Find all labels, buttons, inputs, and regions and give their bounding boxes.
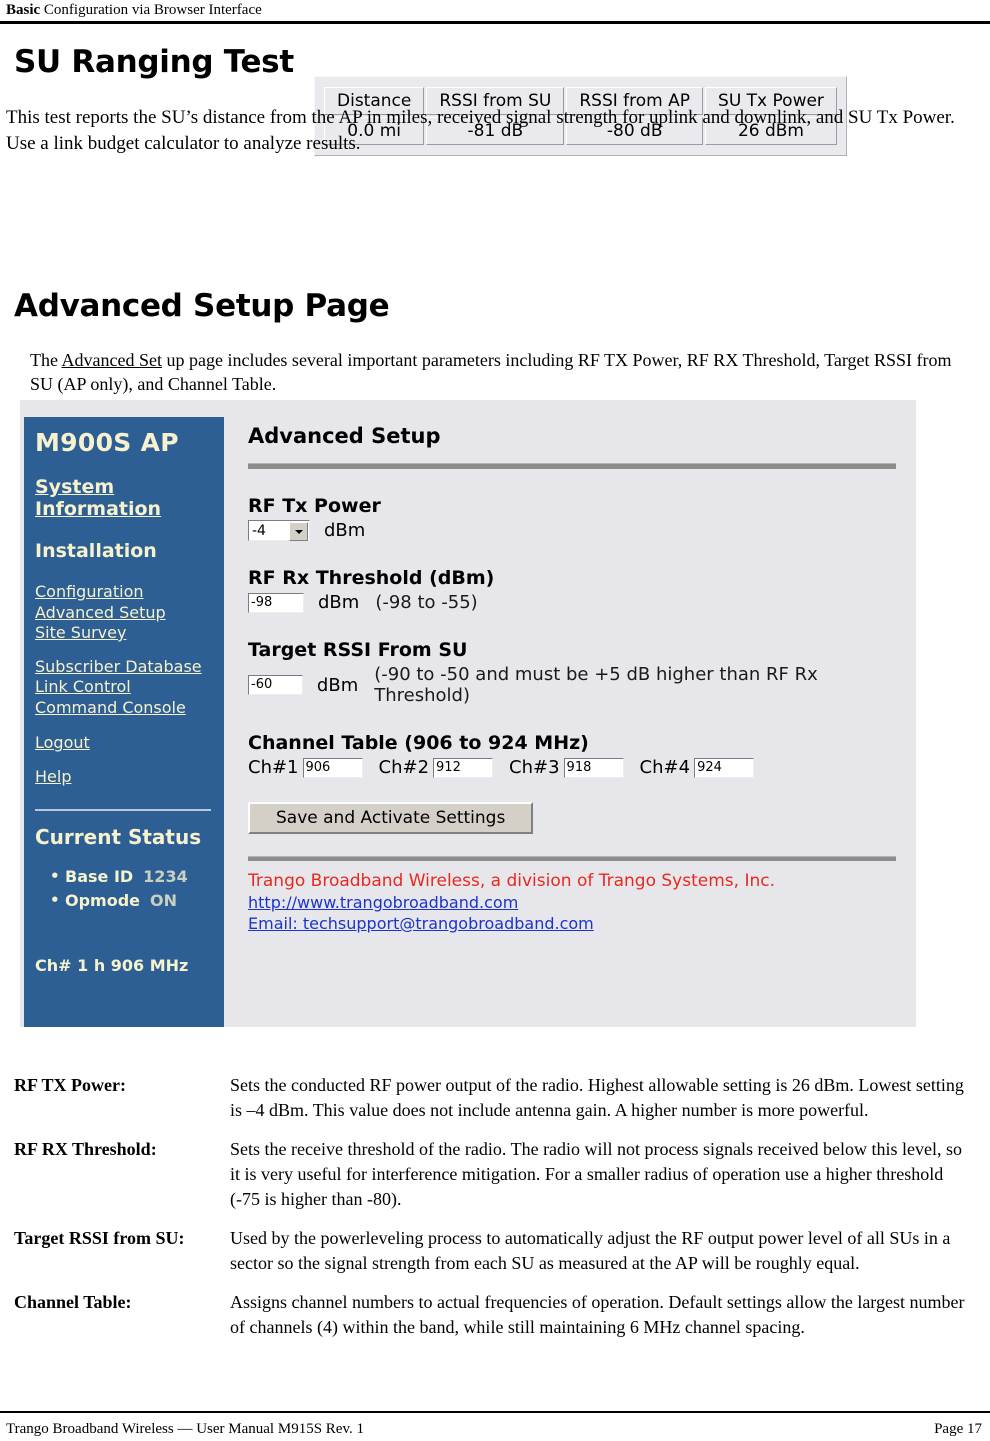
desc-underlined: Advanced Set: [61, 350, 162, 370]
definition-term: Target RSSI from SU:: [14, 1228, 185, 1248]
status-label-base-id: Base ID: [65, 867, 134, 886]
parameter-definitions: RF TX Power: Sets the conducted RF power…: [14, 1073, 974, 1354]
footer-left: Trango Broadband Wireless — User Manual …: [6, 1421, 364, 1437]
rf-tx-power-label: RF Tx Power: [248, 495, 381, 517]
sidebar-item-logout[interactable]: Logout: [35, 733, 224, 754]
channel-2-label: Ch#2: [378, 757, 430, 778]
rf-tx-power-unit: dBm: [324, 520, 366, 541]
sidebar-item-site-survey[interactable]: Site Survey: [35, 623, 224, 644]
running-head: Basic Configuration via Browser Interfac…: [0, 0, 990, 22]
definition-description: Used by the powerleveling process to aut…: [230, 1228, 951, 1273]
rf-rx-threshold-row: -98 dBm (-98 to -55): [248, 592, 908, 613]
sidebar-item-link-control[interactable]: Link Control: [35, 677, 224, 698]
channel-4-label: Ch#4: [639, 757, 691, 778]
save-and-activate-button[interactable]: Save and Activate Settings: [248, 802, 534, 834]
title-divider: [248, 463, 896, 469]
sidebar-item-command-console[interactable]: Command Console: [35, 698, 224, 719]
definition-term: RF RX Threshold:: [14, 1139, 157, 1159]
rf-rx-threshold-hint: (-98 to -55): [375, 592, 478, 613]
target-rssi-input[interactable]: -60: [248, 675, 303, 695]
target-rssi-label: Target RSSI From SU: [248, 639, 468, 661]
sidebar-item-subscriber-database[interactable]: Subscriber Database: [35, 657, 224, 678]
website-link[interactable]: http://www.trangobroadband.com: [248, 892, 908, 913]
advanced-setup-form: Advanced Setup RF Tx Power -4 dBm RF Rx …: [248, 417, 908, 934]
target-rssi-hint: (-90 to -50 and must be +5 dB higher tha…: [374, 664, 818, 706]
device-title: M900S AP: [35, 428, 179, 457]
list-item: Base ID 1234: [50, 864, 224, 889]
advanced-setup-page-heading: Advanced Setup Page: [14, 288, 390, 324]
su-ranging-description: This test reports the SU’s distance from…: [6, 107, 955, 154]
desc-pre: The: [30, 350, 62, 370]
definition-row: RF TX Power: Sets the conducted RF power…: [14, 1073, 974, 1123]
running-head-rest: Configuration via Browser Interface: [40, 2, 262, 18]
status-label-opmode: Opmode: [65, 891, 141, 910]
form-title: Advanced Setup: [248, 424, 441, 448]
email-link[interactable]: Email: techsupport@trangobroadband.com: [248, 913, 908, 934]
footer-right: Page 17: [934, 1421, 982, 1437]
current-status-list: Base ID 1234 Opmode ON: [35, 864, 224, 913]
desc-post: up page includes several important param…: [30, 350, 952, 394]
channel-table-row: Ch#1 906 Ch#2 912 Ch#3 918 Ch#4 924: [248, 757, 908, 778]
running-head-bold: Basic: [6, 2, 41, 18]
sidebar-divider: [35, 809, 211, 811]
channel-3-label: Ch#3: [509, 757, 560, 778]
channel-status: Ch# 1 h 906 MHz: [35, 956, 189, 975]
sidebar-item-advanced-setup[interactable]: Advanced Setup: [35, 603, 224, 624]
rf-tx-power-field: RF Tx Power -4 dBm: [248, 495, 908, 541]
navigation-sidebar: M900S AP System Information Installation…: [24, 417, 224, 1027]
channel-table-label: Channel Table (906 to 924 MHz): [248, 732, 589, 754]
browser-screenshot: M900S AP System Information Installation…: [20, 400, 916, 1027]
status-value-opmode: ON: [150, 891, 178, 910]
rf-tx-power-select[interactable]: -4: [248, 520, 310, 541]
rf-rx-threshold-label: RF Rx Threshold (dBm): [248, 567, 495, 589]
company-name: Trango Broadband Wireless, a division of…: [248, 871, 775, 891]
rf-rx-threshold-unit: dBm: [318, 592, 360, 613]
status-value-base-id: 1234: [143, 867, 188, 886]
page-footer: Trango Broadband Wireless — User Manual …: [0, 1421, 990, 1438]
rf-tx-power-row: -4 dBm: [248, 520, 908, 541]
sidebar-item-configuration[interactable]: Configuration: [35, 582, 224, 603]
definition-row: Target RSSI from SU: Used by the powerle…: [14, 1226, 974, 1276]
form-footer-divider: [248, 856, 896, 861]
target-rssi-row: -60 dBm (-90 to -50 and must be +5 dB hi…: [248, 664, 908, 706]
target-rssi-unit: dBm: [316, 674, 359, 696]
definition-term: RF TX Power:: [14, 1075, 126, 1095]
definition-description: Assigns channel numbers to actual freque…: [230, 1292, 965, 1337]
channel-3-input[interactable]: 918: [563, 757, 624, 778]
advanced-setup-description: The Advanced Set up page includes severa…: [30, 348, 960, 396]
definition-row: RF RX Threshold: Sets the receive thresh…: [14, 1137, 974, 1212]
rf-rx-threshold-field: RF Rx Threshold (dBm) -98 dBm (-98 to -5…: [248, 567, 908, 613]
sidebar-item-help[interactable]: Help: [35, 767, 224, 788]
definition-description: Sets the conducted RF power output of th…: [230, 1075, 964, 1120]
channel-1-label: Ch#1: [248, 757, 299, 778]
list-item: Opmode ON: [50, 888, 224, 913]
target-rssi-field: Target RSSI From SU -60 dBm (-90 to -50 …: [248, 639, 908, 706]
definition-row: Channel Table: Assigns channel numbers t…: [14, 1290, 974, 1340]
definition-term: Channel Table:: [14, 1292, 132, 1312]
sidebar-item-system-information[interactable]: System Information: [35, 476, 224, 520]
channel-1-input[interactable]: 906: [302, 757, 363, 778]
su-ranging-test-heading: SU Ranging Test: [14, 44, 294, 80]
channel-table-field: Channel Table (906 to 924 MHz) Ch#1 906 …: [248, 732, 908, 778]
channel-4-input[interactable]: 924: [694, 757, 755, 778]
rf-tx-power-value: -4: [252, 522, 266, 539]
header-divider: [0, 21, 990, 24]
channel-2-input[interactable]: 912: [433, 757, 494, 778]
rf-rx-threshold-input[interactable]: -98: [248, 592, 304, 613]
chevron-down-icon[interactable]: [289, 522, 308, 541]
current-status-title: Current Status: [35, 825, 202, 849]
footer-divider: [0, 1411, 990, 1413]
definition-description: Sets the receive threshold of the radio.…: [230, 1139, 962, 1209]
sidebar-item-installation: Installation: [35, 540, 157, 562]
